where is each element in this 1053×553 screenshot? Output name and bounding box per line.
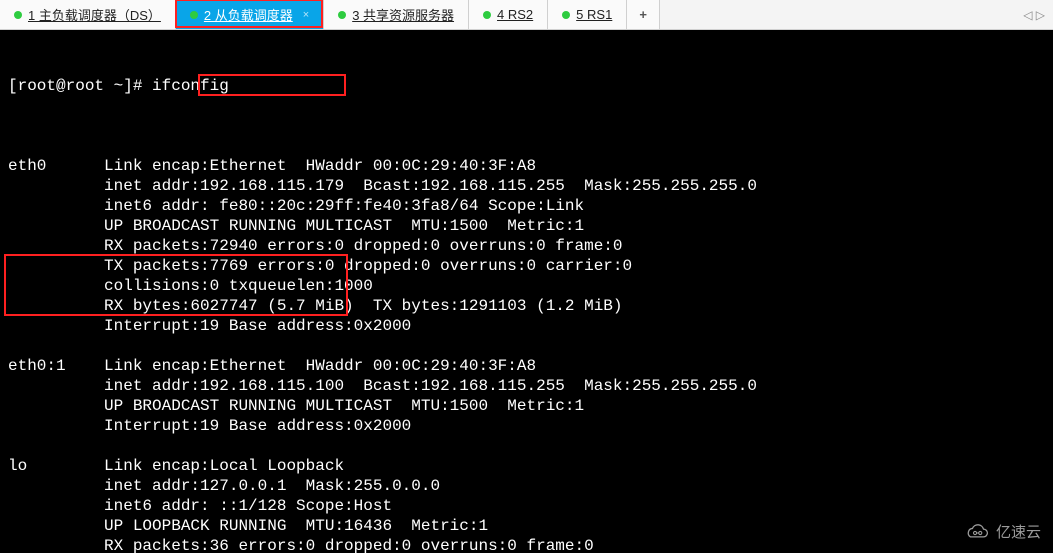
terminal-line: Interrupt:19 Base address:0x2000 — [8, 416, 1045, 436]
terminal-line: RX bytes:6027747 (5.7 MiB) TX bytes:1291… — [8, 296, 1045, 316]
terminal-line: collisions:0 txqueuelen:1000 — [8, 276, 1045, 296]
tab-label: 5 RS1 — [576, 7, 612, 22]
tab-label: 2 从负载调度器 — [204, 5, 293, 24]
status-dot-icon — [338, 11, 346, 19]
terminal-line: eth0:1 Link encap:Ethernet HWaddr 00:0C:… — [8, 356, 1045, 376]
terminal-line: inet addr:192.168.115.179 Bcast:192.168.… — [8, 176, 1045, 196]
terminal-line: inet6 addr: fe80::20c:29ff:fe40:3fa8/64 … — [8, 196, 1045, 216]
prompt-line: [root@root ~]# ifconfig — [8, 76, 1045, 96]
tab-1[interactable]: 2 从负载调度器 × — [176, 0, 324, 29]
tab-label: 1 主负载调度器（DS） — [28, 5, 161, 24]
close-icon[interactable]: × — [299, 9, 309, 21]
terminal-line: RX packets:36 errors:0 dropped:0 overrun… — [8, 536, 1045, 553]
tab-label: 4 RS2 — [497, 7, 533, 22]
status-dot-icon — [14, 11, 22, 19]
terminal-output: [root@root ~]# ifconfig eth0 Link encap:… — [0, 30, 1053, 553]
tab-4[interactable]: 5 RS1 — [548, 0, 627, 29]
status-dot-icon — [190, 11, 198, 19]
terminal-line: inet addr:127.0.0.1 Mask:255.0.0.0 — [8, 476, 1045, 496]
terminal-line: UP BROADCAST RUNNING MULTICAST MTU:1500 … — [8, 216, 1045, 236]
terminal-line: eth0 Link encap:Ethernet HWaddr 00:0C:29… — [8, 156, 1045, 176]
status-dot-icon — [483, 11, 491, 19]
tab-nav-arrows[interactable]: ◁ ▷ — [1015, 0, 1053, 29]
terminal-line: TX packets:7769 errors:0 dropped:0 overr… — [8, 256, 1045, 276]
terminal-line: inet addr:192.168.115.100 Bcast:192.168.… — [8, 376, 1045, 396]
tab-2[interactable]: 3 共享资源服务器 — [324, 0, 469, 29]
terminal-line — [8, 336, 1045, 356]
terminal-line — [8, 436, 1045, 456]
tab-label: 3 共享资源服务器 — [352, 5, 454, 24]
tab-bar: 1 主负载调度器（DS） 2 从负载调度器 × 3 共享资源服务器 4 RS2 5 RS1… — [0, 0, 1053, 30]
terminal-line: UP BROADCAST RUNNING MULTICAST MTU:1500 … — [8, 396, 1045, 416]
terminal-line: RX packets:72940 errors:0 dropped:0 over… — [8, 236, 1045, 256]
new-tab-button[interactable]: + — [627, 0, 660, 29]
terminal-line: inet6 addr: ::1/128 Scope:Host — [8, 496, 1045, 516]
terminal-line: lo Link encap:Local Loopback — [8, 456, 1045, 476]
tab-3[interactable]: 4 RS2 — [469, 0, 548, 29]
status-dot-icon — [562, 11, 570, 19]
terminal-line: UP LOOPBACK RUNNING MTU:16436 Metric:1 — [8, 516, 1045, 536]
terminal-line: Interrupt:19 Base address:0x2000 — [8, 316, 1045, 336]
tab-0[interactable]: 1 主负载调度器（DS） — [0, 0, 176, 29]
